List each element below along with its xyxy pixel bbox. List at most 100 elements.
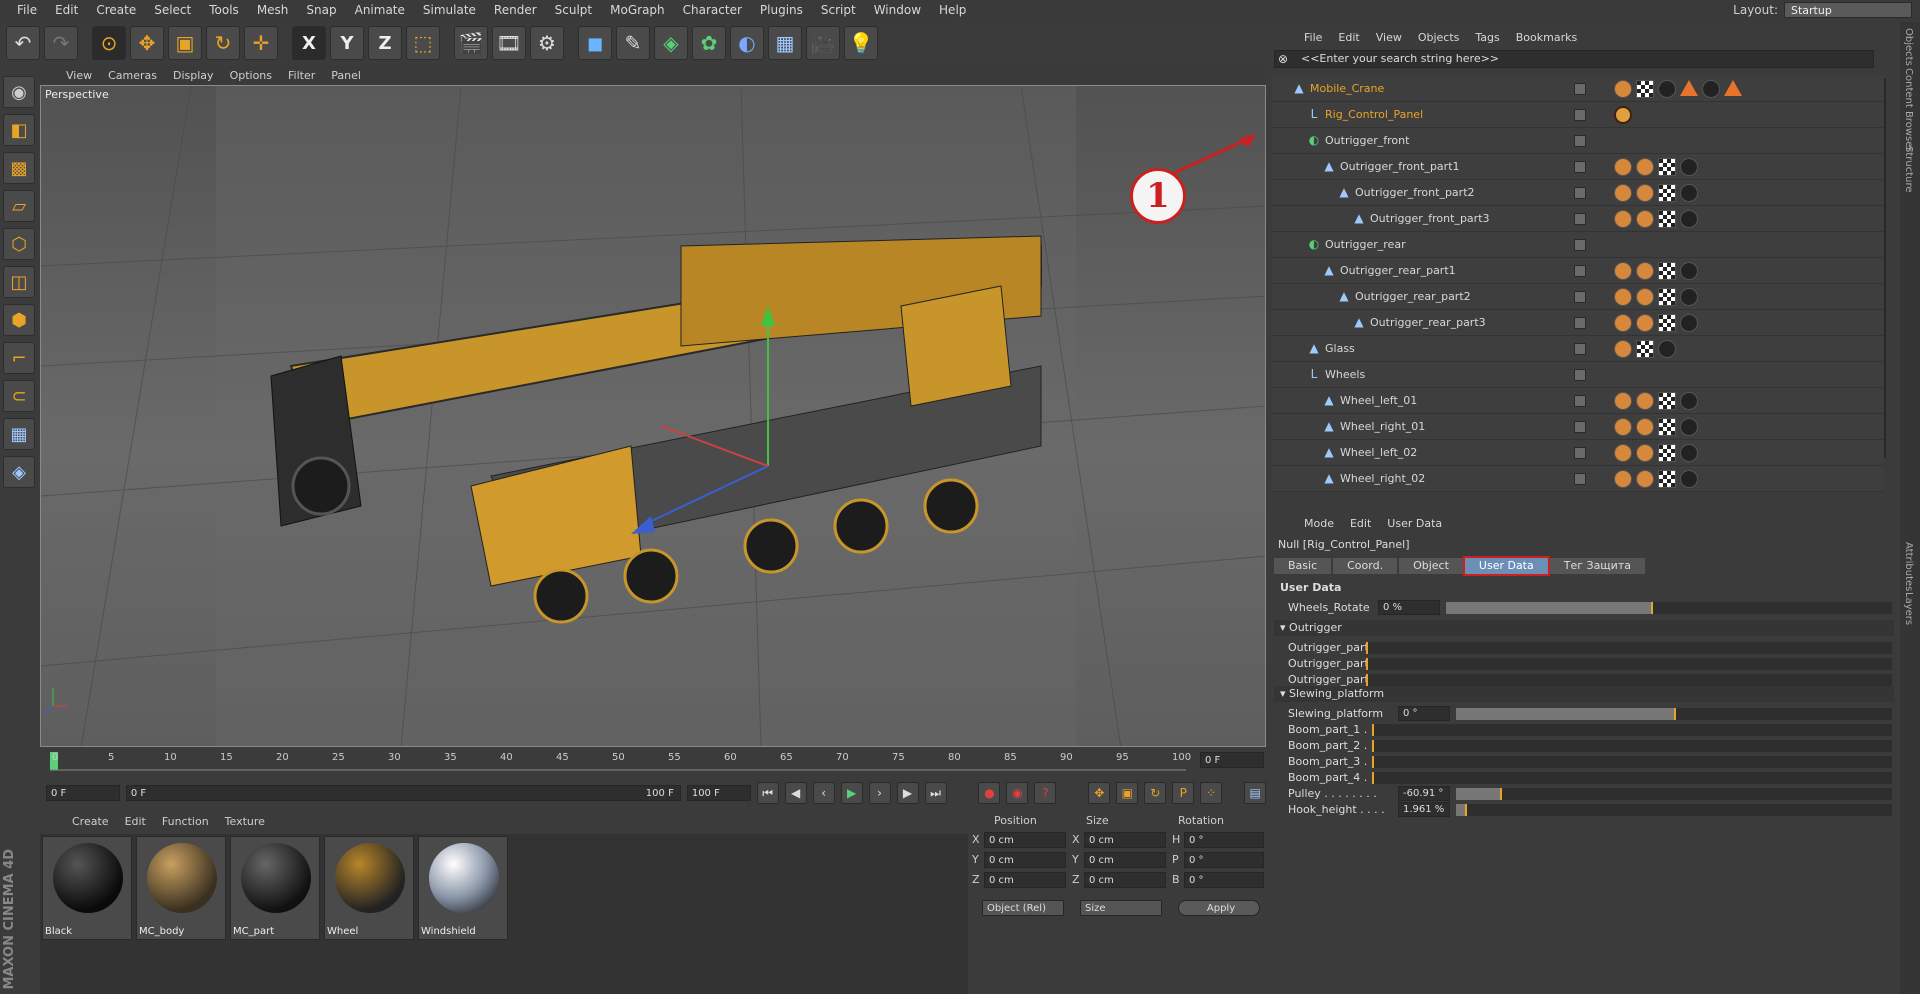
object-row[interactable]: L Wheels [1272, 362, 1884, 388]
material-tag-icon[interactable] [1680, 392, 1698, 410]
next-frame-icon[interactable]: › [868, 782, 891, 804]
model-mode-icon[interactable]: ◧ [3, 114, 35, 146]
keyframe-selection-icon[interactable]: ? [1034, 782, 1057, 804]
y-axis-button[interactable]: Y [330, 26, 364, 60]
menu-plugins[interactable]: Plugins [751, 0, 812, 20]
material-tag-icon[interactable] [1614, 288, 1632, 306]
menu-render[interactable]: Render [485, 0, 546, 20]
points-mode-icon[interactable]: ⬡ [3, 228, 35, 260]
texture-tag-icon[interactable] [1658, 444, 1676, 462]
phong-tag-icon[interactable] [1724, 80, 1742, 96]
perspective-viewport[interactable]: Perspective [40, 85, 1266, 747]
material-tag-icon[interactable] [1614, 444, 1632, 462]
material-tag-icon[interactable] [1636, 418, 1654, 436]
coordinate-system-icon[interactable]: ⬚ [406, 26, 440, 60]
object-menu-objects[interactable]: Objects [1410, 31, 1468, 44]
position-field[interactable]: 0 cm [984, 852, 1066, 868]
object-row[interactable]: ◐ Outrigger_front [1272, 128, 1884, 154]
subdivision-icon[interactable]: ◈ [654, 26, 688, 60]
object-row[interactable]: L Rig_Control_Panel [1272, 102, 1884, 128]
menu-file[interactable]: File [8, 0, 46, 20]
position-field[interactable]: 0 cm [984, 872, 1066, 888]
autokey-icon[interactable]: ◉ [1006, 782, 1029, 804]
size-field[interactable]: 0 cm [1084, 852, 1166, 868]
object-row[interactable]: ▲ Outrigger_front_part1 [1272, 154, 1884, 180]
position-field[interactable]: 0 cm [984, 832, 1066, 848]
object-menu-tags[interactable]: Tags [1467, 31, 1507, 44]
material-tag-icon[interactable] [1614, 314, 1632, 332]
visibility-toggle[interactable] [1574, 161, 1586, 173]
texture-tag-icon[interactable] [1658, 314, 1676, 332]
visibility-toggle[interactable] [1574, 187, 1586, 199]
material-tag-icon[interactable] [1680, 288, 1698, 306]
side-tab-content-browser[interactable]: Content Browser [1903, 68, 1914, 151]
frame-range-slider[interactable]: 0 F 100 F [125, 785, 681, 801]
visibility-toggle[interactable] [1574, 317, 1586, 329]
layout-dropdown[interactable]: Startup [1784, 2, 1912, 18]
outrigger-group[interactable]: ▾ Outrigger [1274, 620, 1894, 636]
material-tag-icon[interactable] [1680, 470, 1698, 488]
record-icon[interactable]: ● [978, 782, 1001, 804]
material-black[interactable]: Black [42, 836, 132, 940]
snap-icon[interactable]: ⊂ [3, 380, 35, 412]
material-tag-icon[interactable] [1702, 80, 1720, 98]
live-selection-icon[interactable]: ⊙ [92, 26, 126, 60]
side-tab-structure[interactable]: Structure [1903, 146, 1914, 193]
play-icon[interactable]: ▶ [840, 782, 863, 804]
object-row[interactable]: ▲ Glass [1272, 336, 1884, 362]
tab-coord-[interactable]: Coord. [1333, 558, 1398, 574]
slewing-group[interactable]: ▾ Slewing_platform [1274, 686, 1894, 702]
prev-frame-icon[interactable]: ‹ [812, 782, 835, 804]
material-tag-icon[interactable] [1636, 444, 1654, 462]
outrigger-slider[interactable] [1366, 674, 1892, 686]
menu-sculpt[interactable]: Sculpt [546, 0, 601, 20]
render-settings-icon[interactable]: ⚙ [530, 26, 564, 60]
attribute-menu-user-data[interactable]: User Data [1379, 517, 1450, 530]
texture-tag-icon[interactable] [1658, 392, 1676, 410]
side-tab-attributes[interactable]: Attributes [1903, 542, 1914, 591]
visibility-toggle[interactable] [1574, 239, 1586, 251]
texture-tag-icon[interactable] [1658, 418, 1676, 436]
object-row[interactable]: ▲ Outrigger_rear_part3 [1272, 310, 1884, 336]
axis-mode-icon[interactable]: ⌐ [3, 342, 35, 374]
menu-create[interactable]: Create [87, 0, 145, 20]
visibility-toggle[interactable] [1574, 109, 1586, 121]
menu-mograph[interactable]: MoGraph [601, 0, 674, 20]
attribute-menu-mode[interactable]: Mode [1296, 517, 1342, 530]
polygons-mode-icon[interactable]: ⬢ [3, 304, 35, 336]
pulley-value[interactable]: -60.91 ° [1398, 786, 1450, 801]
object-row[interactable]: ▲ Outrigger_rear_part2 [1272, 284, 1884, 310]
key-rotation-icon[interactable]: ↻ [1144, 782, 1167, 804]
object-menu-bookmarks[interactable]: Bookmarks [1508, 31, 1585, 44]
menu-animate[interactable]: Animate [346, 0, 414, 20]
object-menu-edit[interactable]: Edit [1330, 31, 1367, 44]
cube-icon[interactable]: ◼ [578, 26, 612, 60]
material-mc-body[interactable]: MC_body [136, 836, 226, 940]
material-tag-icon[interactable] [1636, 470, 1654, 488]
rotate-tool-icon[interactable]: ↻ [206, 26, 240, 60]
material-tag-icon[interactable] [1658, 340, 1676, 358]
rotation-field[interactable]: 0 ° [1184, 852, 1264, 868]
scale-tool-icon[interactable]: ▣ [168, 26, 202, 60]
menu-simulate[interactable]: Simulate [414, 0, 485, 20]
material-tag-icon[interactable] [1636, 288, 1654, 306]
side-tab-objects[interactable]: Objects [1903, 28, 1914, 66]
material-mc-part[interactable]: MC_part [230, 836, 320, 940]
material-tag-icon[interactable] [1614, 392, 1632, 410]
material-tag-icon[interactable] [1614, 470, 1632, 488]
object-menu-view[interactable]: View [1368, 31, 1410, 44]
hook-height-value[interactable]: 1.961 % [1398, 802, 1450, 817]
side-tab-layers[interactable]: Layers [1903, 592, 1914, 625]
texture-tag-icon[interactable] [1658, 262, 1676, 280]
menu-snap[interactable]: Snap [297, 0, 345, 20]
material-windshield[interactable]: Windshield [418, 836, 508, 940]
menu-edit[interactable]: Edit [46, 0, 87, 20]
last-tool-icon[interactable]: ✛ [244, 26, 278, 60]
object-row[interactable]: ▲ Outrigger_front_part3 [1272, 206, 1884, 232]
material-tag-icon[interactable] [1614, 418, 1632, 436]
workplane-lock-icon[interactable]: ▦ [3, 418, 35, 450]
size-field[interactable]: 0 cm [1084, 832, 1166, 848]
floor-icon[interactable]: ▦ [768, 26, 802, 60]
viewport-menu-panel[interactable]: Panel [323, 69, 369, 82]
timeline[interactable]: 0 F 0 5 10 15 20 25 30 35 40 45 50 55 60 65 70 75 80 85 90… [40, 750, 1266, 774]
